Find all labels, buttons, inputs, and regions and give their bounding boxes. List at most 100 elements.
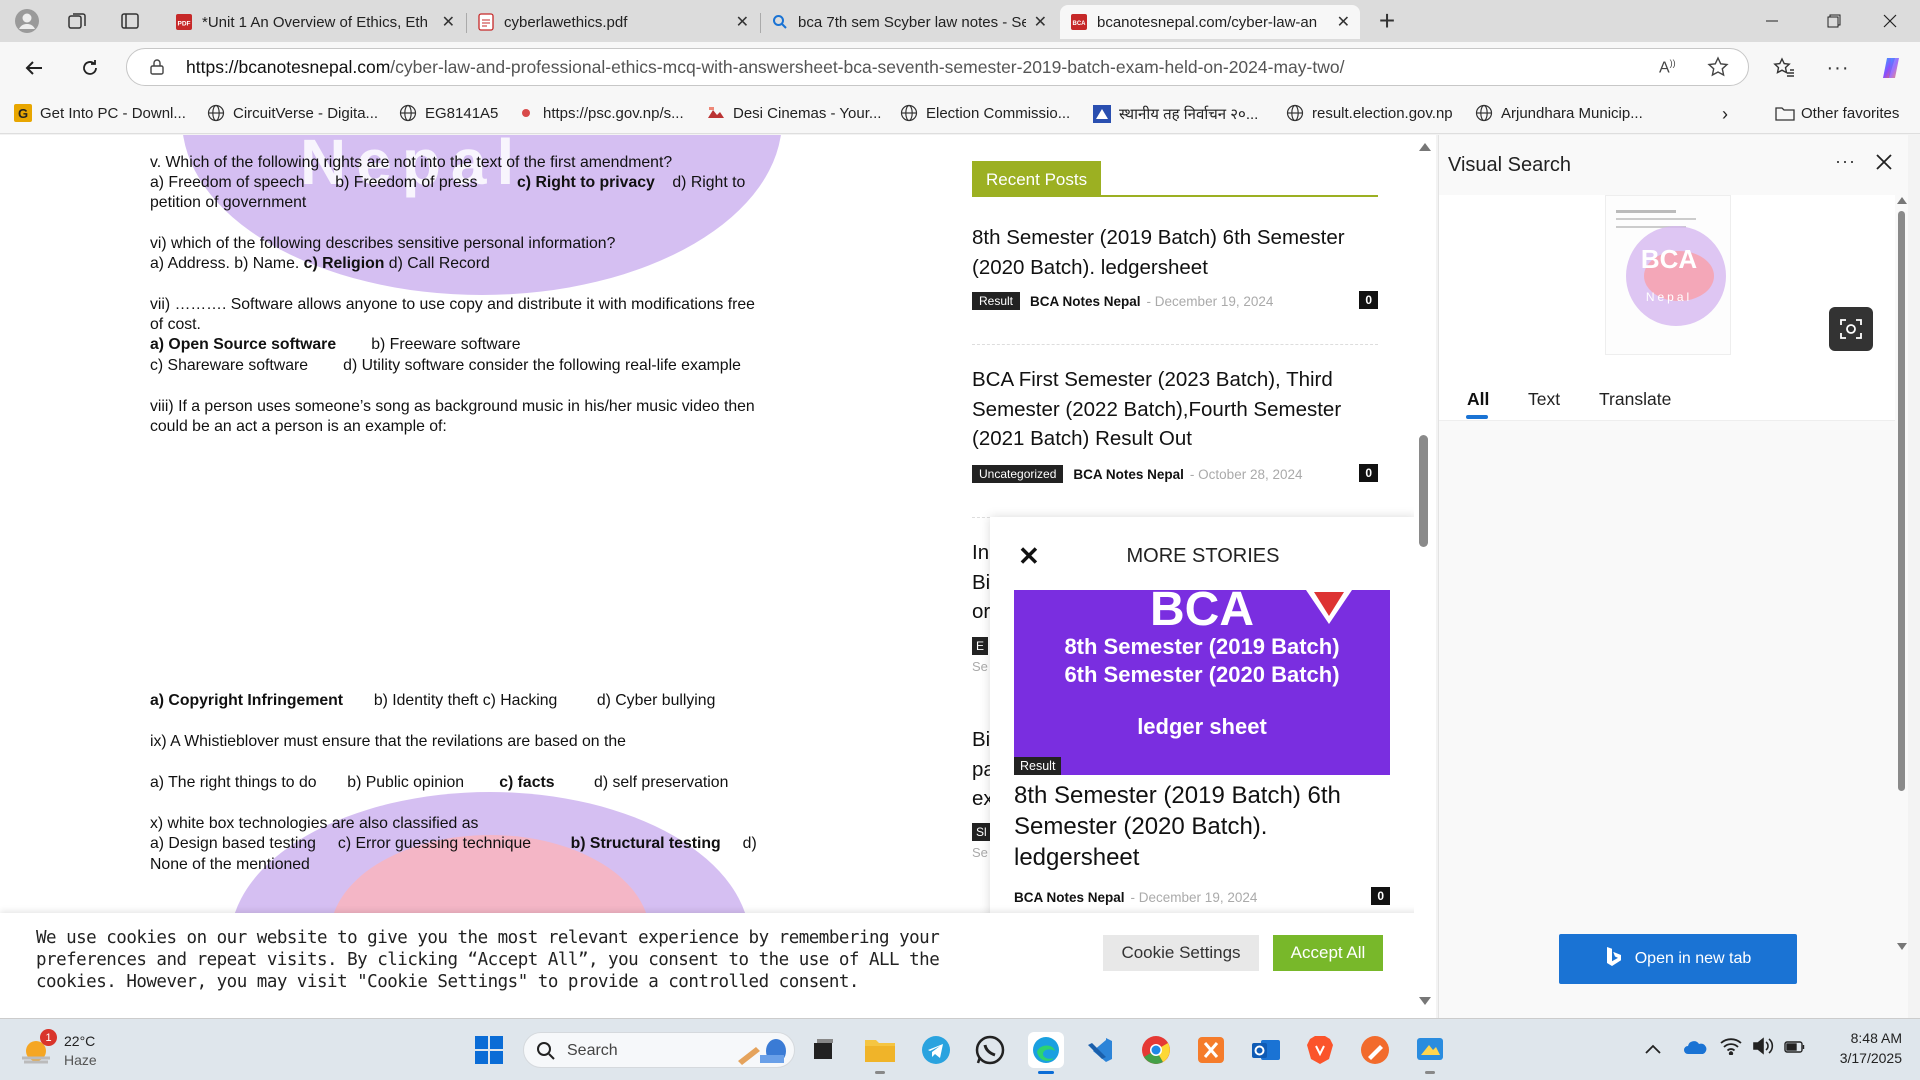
start-button[interactable]	[471, 1032, 507, 1068]
comment-count[interactable]: 0	[1359, 291, 1378, 309]
tab-cyberlawethics-pdf[interactable]: cyberlawethics.pdf ✕	[467, 5, 759, 39]
bookmark-circuitverse[interactable]: CircuitVerse - Digita...	[207, 104, 378, 122]
volume-icon[interactable]	[1752, 1037, 1774, 1060]
close-tab-icon[interactable]: ✕	[736, 12, 749, 32]
workspaces-icon[interactable]	[62, 7, 92, 35]
thumbnail-line	[1616, 218, 1696, 220]
edge-icon[interactable]	[1028, 1032, 1064, 1074]
favorites-icon[interactable]	[1768, 52, 1800, 84]
bookmark-arjundhara[interactable]: Arjundhara Municip...	[1475, 104, 1643, 122]
onedrive-icon[interactable]	[1683, 1039, 1707, 1060]
show-hidden-icons-chevron-icon[interactable]	[1645, 1041, 1661, 1059]
profile-icon[interactable]	[12, 7, 42, 35]
wifi-icon[interactable]	[1720, 1037, 1742, 1060]
globe-icon	[1286, 104, 1304, 122]
scrollbar-thumb[interactable]	[1419, 435, 1428, 547]
url-text[interactable]: https://bcanotesnepal.com/cyber-law-and-…	[186, 49, 1344, 85]
bookmark-election-commission[interactable]: Election Commissio...	[900, 104, 1070, 122]
settings-more-icon[interactable]: ···	[1822, 52, 1854, 84]
restore-button[interactable]	[1810, 0, 1858, 42]
clock-date[interactable]: 3/17/2025	[1812, 1050, 1902, 1066]
accept-all-button[interactable]: Accept All	[1273, 935, 1383, 971]
file-explorer-icon[interactable]	[862, 1032, 898, 1074]
category-badge[interactable]: Result	[972, 292, 1021, 310]
back-button[interactable]	[18, 52, 50, 84]
site-info-icon[interactable]	[148, 58, 166, 81]
bookmark-getintopc[interactable]: G Get Into PC - Downl...	[14, 104, 186, 122]
new-tab-button[interactable]: +	[1372, 5, 1402, 36]
address-bar[interactable]: https://bcanotesnepal.com/cyber-law-and-…	[126, 48, 1749, 86]
cookie-text: We use cookies on our website to give yo…	[36, 928, 940, 992]
tab-all[interactable]: All	[1467, 389, 1489, 410]
panel-scrollbar[interactable]	[1895, 197, 1907, 951]
close-window-button[interactable]	[1866, 0, 1914, 42]
bookmark-local-election[interactable]: स्थानीय तह निर्वाचन २०...	[1093, 104, 1258, 124]
bookmark-result-election[interactable]: result.election.gov.np	[1286, 104, 1453, 122]
visual-search-panel: Visual Search ··· BCA Nepal All Text Tra…	[1438, 135, 1908, 1018]
recent-post-title-1[interactable]: 8th Semester (2019 Batch) 6th Semester (…	[972, 223, 1378, 282]
close-panel-icon[interactable]	[1875, 153, 1893, 176]
tab-text[interactable]: Text	[1528, 389, 1560, 410]
open-in-new-tab-button[interactable]: Open in new tab	[1559, 934, 1797, 984]
screenshot-thumbnail[interactable]: BCA Nepal	[1605, 195, 1731, 355]
story-category-badge[interactable]: Result	[1014, 757, 1062, 775]
whatsapp-icon[interactable]	[972, 1032, 1008, 1068]
clock-time[interactable]: 8:48 AM	[1822, 1030, 1902, 1046]
nepal-emblem-icon	[1093, 105, 1111, 123]
refresh-button[interactable]	[74, 52, 106, 84]
close-tab-icon[interactable]: ✕	[1337, 12, 1350, 32]
scroll-down-arrow-icon[interactable]	[1897, 943, 1907, 950]
close-tab-icon[interactable]: ✕	[1034, 12, 1047, 32]
other-favorites-folder[interactable]: Other favorites	[1775, 104, 1899, 122]
vscode-icon[interactable]	[1082, 1032, 1118, 1068]
story-title[interactable]: 8th Semester (2019 Batch) 6th Semester (…	[1014, 780, 1394, 873]
xampp-icon[interactable]	[1193, 1032, 1229, 1068]
weather-desc: Haze	[64, 1052, 97, 1068]
globe-icon	[399, 104, 417, 122]
minimize-button[interactable]	[1748, 0, 1796, 42]
close-tab-icon[interactable]: ✕	[442, 12, 455, 32]
brave-icon[interactable]	[1302, 1032, 1338, 1068]
favorite-star-icon[interactable]	[1707, 56, 1729, 83]
tab-unit1-pdf[interactable]: PDF *Unit 1 An Overview of Ethics, Eth ✕	[165, 5, 465, 39]
tab-bcanotesnepal-active[interactable]: BCA bcanotesnepal.com/cyber-law-an ✕	[1060, 5, 1360, 39]
read-aloud-icon[interactable]: A))	[1659, 58, 1676, 77]
story-comment-count[interactable]: 0	[1371, 887, 1390, 905]
story-date: - December 19, 2024	[1130, 889, 1258, 905]
weather-widget[interactable]: 1 22°C Haze	[22, 1029, 142, 1071]
paint-app-icon[interactable]	[1412, 1032, 1448, 1074]
recent-post-meta-2: Uncategorized BCA Notes Nepal - October …	[972, 464, 1378, 484]
task-view-icon[interactable]	[805, 1032, 841, 1068]
story-thumbnail[interactable]: BCA 8th Semester (2019 Batch) 6th Semest…	[1014, 590, 1390, 775]
post-author[interactable]: BCA Notes Nepal	[1073, 467, 1184, 482]
copilot-icon[interactable]	[1876, 52, 1908, 84]
more-bookmarks-chevron-icon[interactable]: ›	[1722, 104, 1728, 125]
panel-more-icon[interactable]: ···	[1835, 151, 1856, 172]
telegram-icon[interactable]	[918, 1032, 954, 1068]
chrome-icon[interactable]	[1138, 1032, 1174, 1068]
crop-search-button[interactable]	[1829, 307, 1873, 351]
outlook-icon[interactable]	[1248, 1032, 1284, 1068]
tab-actions-icon[interactable]	[115, 7, 145, 35]
comment-count[interactable]: 0	[1359, 464, 1378, 482]
scroll-down-arrow-icon[interactable]	[1419, 997, 1431, 1005]
draw-app-icon[interactable]	[1357, 1032, 1393, 1068]
cookie-settings-button[interactable]: Cookie Settings	[1103, 935, 1259, 971]
story-author[interactable]: BCA Notes Nepal	[1014, 890, 1125, 905]
scroll-up-arrow-icon[interactable]	[1897, 197, 1907, 204]
bookmark-desi-cinemas[interactable]: Desi Cinemas - Your...	[707, 104, 881, 122]
recent-post-title-2[interactable]: BCA First Semester (2023 Batch), Third S…	[972, 365, 1378, 454]
svg-text:BCA: BCA	[1073, 21, 1087, 27]
page-scrollbar[interactable]	[1414, 135, 1436, 1018]
category-badge[interactable]: Uncategorized	[972, 465, 1064, 483]
visual-search-title: Visual Search	[1448, 154, 1572, 176]
post-author[interactable]: BCA Notes Nepal	[1030, 294, 1141, 309]
bookmark-psc[interactable]: https://psc.gov.np/s...	[517, 104, 684, 122]
tab-translate[interactable]: Translate	[1599, 389, 1671, 410]
bookmark-eg8141a5[interactable]: EG8141A5	[399, 104, 498, 122]
battery-icon[interactable]	[1784, 1040, 1806, 1058]
scroll-up-arrow-icon[interactable]	[1419, 143, 1431, 151]
panel-scrollbar-thumb[interactable]	[1898, 211, 1905, 791]
taskbar-search[interactable]: Search	[523, 1032, 795, 1068]
tab-bing-search[interactable]: bca 7th sem Scyber law notes - Se ✕	[761, 5, 1057, 39]
